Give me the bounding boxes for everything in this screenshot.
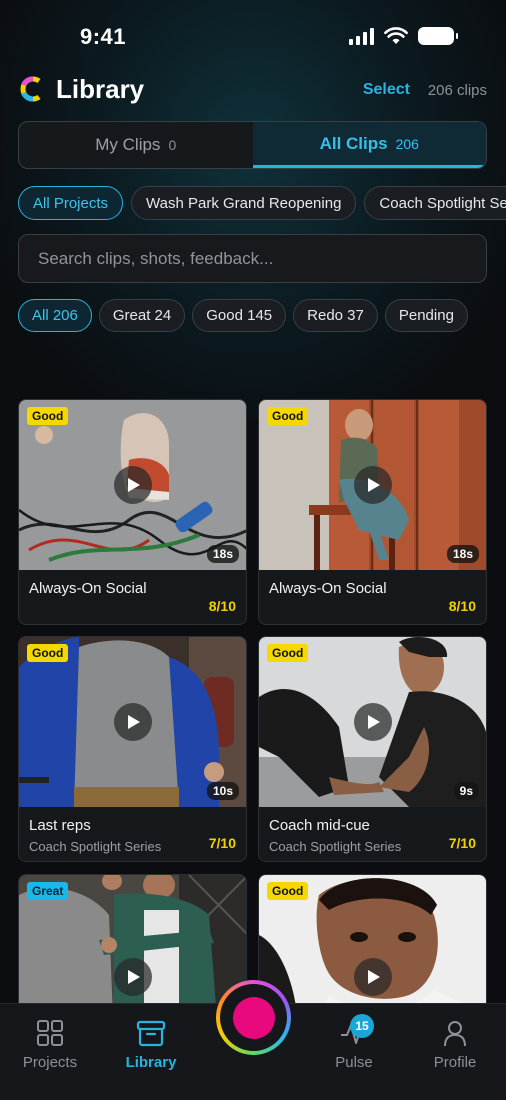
tab-projects-label: Projects — [22, 1054, 78, 1071]
clip-score: 8/10 — [448, 598, 476, 614]
clip-card[interactable]: Good 18s Always-On Social 8/10 — [258, 399, 487, 625]
rating-filter-chips: All 206 Great 24 Good 145 Redo 37 Pendin… — [18, 299, 506, 332]
tab-my-clips-label: My Clips — [95, 135, 161, 154]
clip-title: Last reps — [29, 817, 91, 834]
clip-card[interactable]: Good 10s Last reps Coach Spotlight Serie… — [18, 636, 247, 862]
tab-my-clips[interactable]: My Clips 0 — [19, 122, 253, 168]
project-chip-wash-park[interactable]: Wash Park Grand Reopening — [131, 186, 357, 220]
clip-info: Always-On Social 8/10 — [19, 570, 246, 624]
clips-segmented-control: My Clips 0 All Clips 206 — [18, 121, 487, 169]
select-button[interactable]: Select — [363, 81, 410, 99]
status-time: 9:41 — [80, 24, 127, 49]
filter-chip-pending[interactable]: Pending — [384, 299, 468, 332]
rating-badge: Good — [267, 644, 309, 662]
duration-label: 18s — [446, 545, 479, 563]
pulse-notification-badge: 15 — [350, 1014, 374, 1038]
clip-info: Coach mid-cue Coach Spotlight Series 7/1… — [259, 807, 486, 861]
rating-badge: Good — [27, 407, 69, 425]
filter-chip-great[interactable]: Great 24 — [98, 299, 186, 332]
project-chip-all[interactable]: All Projects — [18, 186, 124, 220]
tab-profile[interactable]: Profile — [410, 1018, 500, 1071]
rating-badge: Good — [267, 882, 309, 900]
project-filter-chips: All Projects Wash Park Grand Reopening C… — [18, 186, 506, 220]
filter-chip-good[interactable]: Good 145 — [192, 299, 287, 332]
grid-icon — [37, 1020, 63, 1046]
cellular-signal-icon — [349, 27, 374, 45]
clip-info: Last reps Coach Spotlight Series 7/10 — [19, 807, 246, 861]
play-icon[interactable] — [113, 958, 152, 996]
app-logo-icon — [20, 76, 41, 102]
status-bar: 9:41 — [0, 0, 506, 74]
record-button-ring — [220, 984, 287, 1051]
clip-subtitle: Coach Spotlight Series — [269, 839, 402, 854]
tab-all-clips-count: 206 — [395, 135, 419, 152]
play-icon[interactable] — [353, 958, 392, 996]
duration-label: 10s — [206, 782, 239, 800]
record-dot-icon — [232, 996, 275, 1039]
filter-chip-all[interactable]: All 206 — [18, 299, 92, 332]
clip-count: 206 clips — [427, 82, 487, 99]
status-icons — [349, 27, 458, 45]
rating-badge: Good — [27, 644, 69, 662]
clip-card[interactable]: Good 9s Coach mid-cue Coach Spotlight Se… — [258, 636, 487, 862]
tab-library[interactable]: Library — [106, 1018, 196, 1071]
clip-score: 8/10 — [208, 598, 236, 614]
clip-title: Always-On Social — [29, 580, 147, 597]
play-icon[interactable] — [113, 466, 152, 504]
clip-info: Always-On Social 8/10 — [259, 570, 486, 624]
rating-badge: Good — [267, 407, 309, 425]
tab-all-clips-label: All Clips — [319, 133, 388, 153]
project-chip-coach-spotlight[interactable]: Coach Spotlight Series — [364, 186, 506, 220]
tab-projects[interactable]: Projects — [5, 1018, 95, 1071]
battery-icon — [418, 27, 458, 45]
search-input[interactable]: Search clips, shots, feedback... — [18, 234, 487, 283]
play-icon[interactable] — [113, 703, 152, 741]
clip-thumbnail: Good 18s — [19, 400, 246, 570]
clip-card[interactable]: Good 18s Always-On Social 8/10 — [18, 399, 247, 625]
play-icon[interactable] — [353, 466, 392, 504]
play-icon[interactable] — [353, 703, 392, 741]
clip-score: 7/10 — [448, 835, 476, 851]
person-icon — [444, 1021, 466, 1047]
page-title: Library — [56, 74, 145, 104]
rating-badge: Great — [27, 882, 69, 900]
clip-title: Coach mid-cue — [269, 817, 370, 834]
clip-title: Always-On Social — [269, 580, 387, 597]
clip-subtitle: Coach Spotlight Series — [29, 839, 162, 854]
clip-thumbnail: Good 10s — [19, 637, 246, 807]
tab-pulse-label: Pulse — [335, 1054, 373, 1071]
tab-library-label: Library — [125, 1054, 177, 1071]
clip-thumbnail: Good 18s — [259, 400, 486, 570]
clip-score: 7/10 — [208, 835, 236, 851]
clip-thumbnail: Good 9s — [259, 637, 486, 807]
record-button[interactable] — [216, 980, 291, 1055]
library-header: Library Select 206 clips — [0, 74, 506, 114]
archive-box-icon — [136, 1020, 166, 1047]
tab-profile-label: Profile — [433, 1054, 477, 1071]
filter-chip-redo[interactable]: Redo 37 — [293, 299, 378, 332]
tab-my-clips-count: 0 — [168, 137, 177, 153]
duration-label: 18s — [206, 545, 239, 563]
wifi-icon — [384, 27, 408, 44]
tab-all-clips[interactable]: All Clips 206 — [252, 122, 486, 168]
duration-label: 9s — [453, 782, 479, 800]
